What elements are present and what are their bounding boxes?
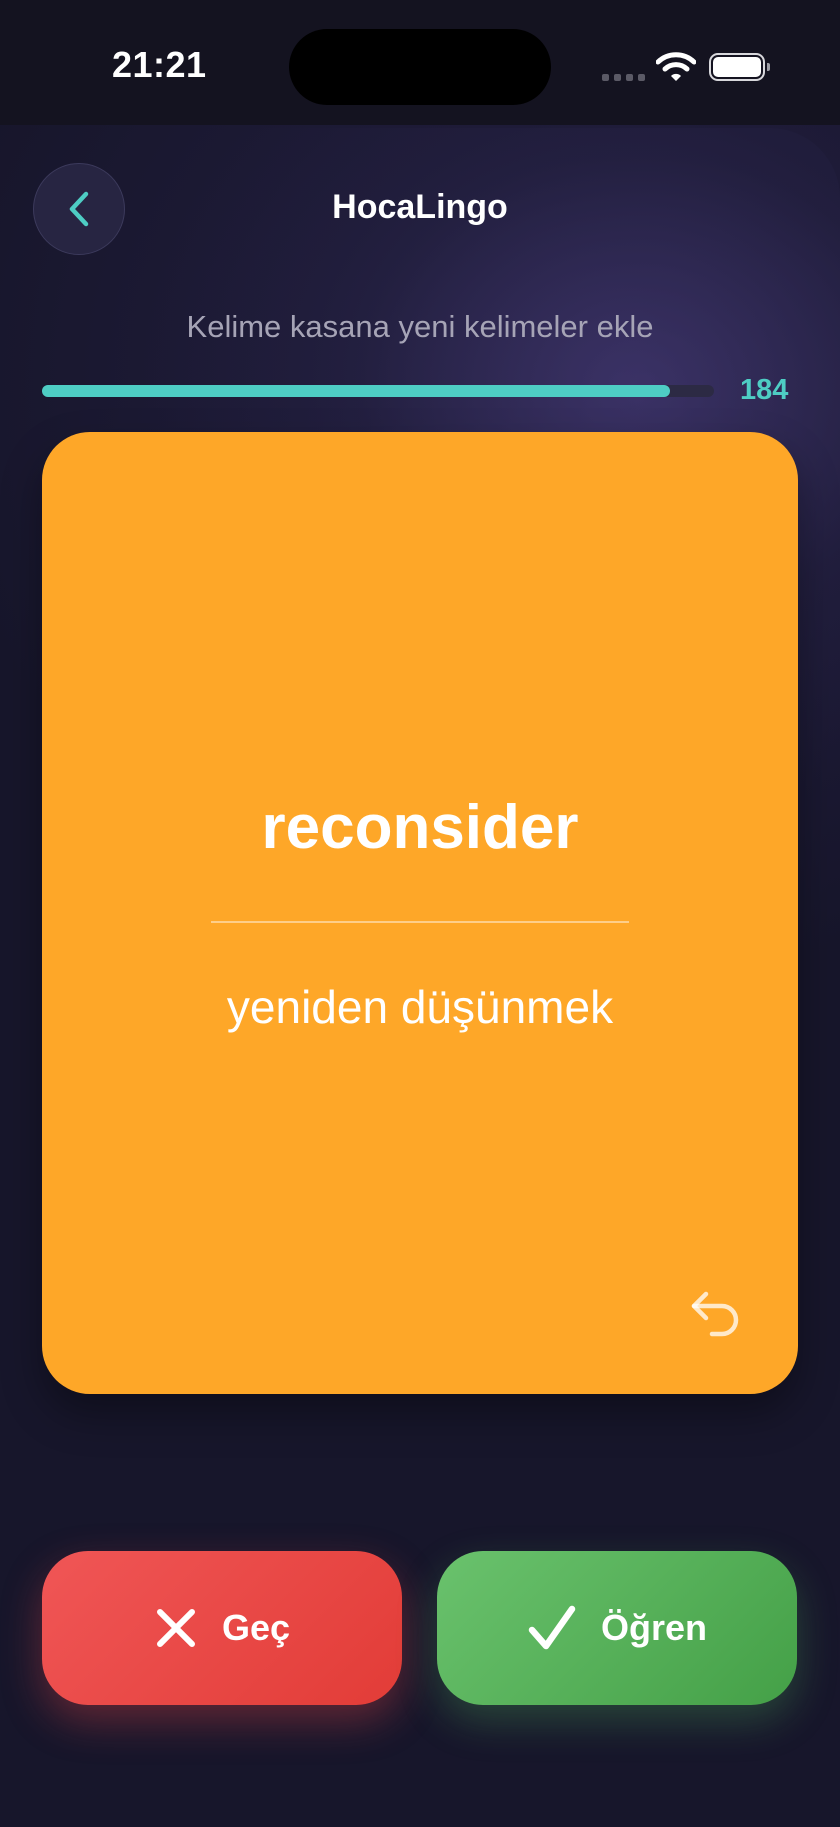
progress-bar	[42, 385, 714, 397]
cellular-signal-icon	[602, 74, 645, 81]
learn-button[interactable]: Öğren	[437, 1551, 797, 1705]
wifi-icon	[656, 52, 696, 81]
page-title: HocaLingo	[332, 188, 508, 226]
status-time: 21:21	[112, 44, 207, 85]
battery-icon	[709, 53, 770, 81]
skip-button-label: Geç	[221, 1607, 291, 1648]
page-subtitle: Kelime kasana yeni kelimeler ekle	[186, 309, 654, 344]
card-divider	[211, 921, 629, 923]
status-bar: 21:21	[0, 0, 840, 125]
card-translation: yeniden düşünmek	[226, 981, 614, 1033]
card-word: reconsider	[261, 793, 579, 862]
checkmark-icon	[527, 1604, 577, 1652]
progress-bar-fill	[42, 385, 671, 397]
progress-count: 184	[740, 374, 789, 406]
flashcard[interactable]: reconsider yeniden düşünmek	[42, 432, 798, 1394]
undo-arrow-icon[interactable]	[686, 1284, 746, 1344]
learn-button-label: Öğren	[600, 1607, 707, 1648]
skip-button[interactable]: Geç	[42, 1551, 402, 1705]
screen: 21:21 HocaLingo Kelime kasana yeni kelim…	[0, 0, 840, 1827]
close-icon	[154, 1606, 198, 1650]
dynamic-island	[289, 29, 551, 105]
